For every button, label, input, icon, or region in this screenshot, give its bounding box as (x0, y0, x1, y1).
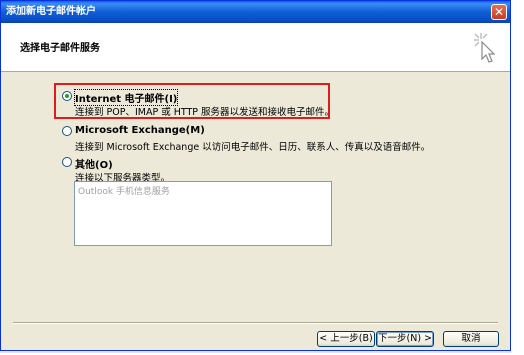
next-button[interactable]: 下一步(N) > (376, 331, 434, 347)
radio-other[interactable] (62, 157, 72, 167)
title-bar: 添加新电子邮件帐户 ✕ (1, 1, 510, 23)
wizard-header: 选择电子邮件服务 (1, 23, 510, 72)
radio-internet-email[interactable] (62, 91, 72, 101)
back-button[interactable]: < 上一步(B) (317, 331, 375, 347)
wizard-cursor-icon (474, 33, 496, 63)
option-description: 连接到 POP、IMAP 或 HTTP 服务器以发送和接收电子邮件。 (75, 107, 335, 118)
option-label: Microsoft Exchange(M) (75, 125, 205, 136)
close-button[interactable]: ✕ (491, 4, 507, 20)
list-item[interactable]: Outlook 手机信息服务 (78, 184, 170, 197)
window-title: 添加新电子邮件帐户 (6, 6, 96, 17)
option-label: Internet 电子邮件(I) (73, 89, 179, 106)
option-description: 连接到 Microsoft Exchange 以访问电子邮件、日历、联系人、传真… (75, 142, 431, 153)
page-title: 选择电子邮件服务 (20, 43, 100, 54)
other-server-type-list[interactable]: Outlook 手机信息服务 (74, 181, 332, 246)
divider (0, 351, 511, 353)
divider (13, 322, 498, 324)
radio-microsoft-exchange[interactable] (62, 126, 72, 136)
cancel-button[interactable]: 取消 (443, 331, 499, 347)
add-email-account-dialog: 添加新电子邮件帐户 ✕ 选择电子邮件服务 Internet 电子邮件(I) 连接… (0, 0, 511, 351)
option-label: 其他(O) (75, 160, 113, 171)
